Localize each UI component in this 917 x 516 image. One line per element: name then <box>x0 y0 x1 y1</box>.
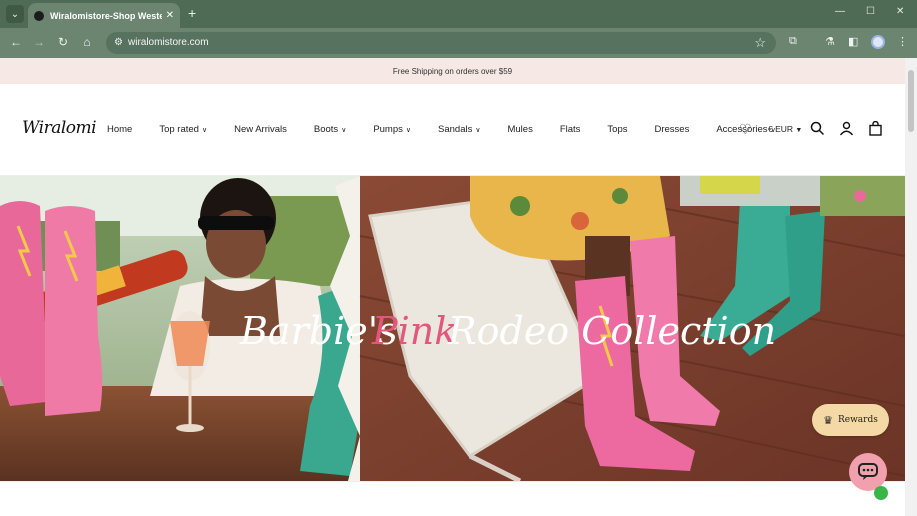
nav-item-label: Mules <box>507 124 533 135</box>
reload-button[interactable]: ↻ <box>55 35 71 49</box>
browser-titlebar: ⌄ Wiralomistore-Shop Western S ✕ + — ☐ ✕ <box>0 0 917 28</box>
main-navigation: Home Top rated ∨ New Arrivals Boots ∨ Pumps ∨ Sa… <box>107 124 803 135</box>
nav-item-label: Boots <box>313 124 339 135</box>
nav-item-label: Sandals <box>438 124 473 135</box>
browser-menu-icon[interactable]: ⋮ <box>897 35 908 48</box>
nav-item-label: New Arrivals <box>234 124 287 135</box>
nav-item-boots[interactable]: Boots ∨ <box>314 124 346 135</box>
labs-flask-icon[interactable]: ⚗ <box>825 35 835 48</box>
announcement-bar: Free Shipping on orders over $59 <box>0 58 905 84</box>
profile-avatar[interactable] <box>871 35 885 49</box>
online-status-icon <box>874 486 888 500</box>
rewards-label: Rewards <box>838 415 878 425</box>
maximize-button[interactable]: ☐ <box>866 6 875 17</box>
nav-item-dresses[interactable]: Dresses <box>655 124 690 135</box>
nav-item-tops[interactable]: Tops <box>607 124 627 135</box>
site-logo[interactable]: Wiralomi <box>22 118 97 138</box>
nav-item-label: Tops <box>607 124 628 135</box>
currency-label: € EUR <box>768 124 794 134</box>
tab-search-button[interactable]: ⌄ <box>6 5 24 23</box>
favicon-icon <box>34 10 44 21</box>
site-info-icon[interactable]: ⚙ <box>114 37 123 48</box>
hero-image: Barbie's Pink Rodeo Collection <box>0 176 905 481</box>
chevron-down-icon: ∨ <box>405 127 412 134</box>
hero-title-part2: Pink <box>371 309 457 353</box>
account-icon[interactable] <box>839 121 854 139</box>
hero-title-part3: Rodeo Collection <box>447 309 776 353</box>
nav-item-mules[interactable]: Mules <box>507 124 532 135</box>
nav-item-home[interactable]: Home <box>107 124 132 135</box>
nav-item-flats[interactable]: Flats <box>560 124 581 135</box>
nav-item-top-rated[interactable]: Top rated ∨ <box>159 124 207 135</box>
nav-item-new-arrivals[interactable]: New Arrivals <box>234 124 287 135</box>
chevron-down-icon: ∨ <box>475 127 481 134</box>
nav-item-sandals[interactable]: Sandals ∨ <box>438 124 480 135</box>
nav-item-label: Home <box>107 124 133 135</box>
nav-item-pumps[interactable]: Pumps ∨ <box>373 124 411 135</box>
window-close-button[interactable]: ✕ <box>896 6 904 17</box>
nav-item-label: Pumps <box>373 124 403 135</box>
close-tab-icon[interactable]: ✕ <box>166 10 174 21</box>
tab-title: Wiralomistore-Shop Western S <box>50 10 162 21</box>
url-text: wiralomistore.com <box>128 37 209 48</box>
site-header: Wiralomi Home Top rated ∨ New Arrivals Boots… <box>0 84 905 176</box>
crown-icon: ♛ <box>823 413 833 427</box>
new-tab-button[interactable]: + <box>188 5 196 21</box>
nav-item-label: Dresses <box>654 124 690 135</box>
cart-bag-icon[interactable] <box>868 120 883 139</box>
page-content-below-hero <box>0 481 905 516</box>
minimize-button[interactable]: — <box>835 6 845 17</box>
scrollbar-thumb[interactable] <box>908 70 914 132</box>
chevron-down-icon: ▼ <box>795 127 803 134</box>
chevron-down-icon: ∨ <box>201 127 208 134</box>
bookmark-star-icon[interactable]: ☆ <box>754 35 766 51</box>
web-page: Free Shipping on orders over $59 Wiralom… <box>0 58 905 516</box>
browser-tab[interactable]: Wiralomistore-Shop Western S ✕ <box>28 3 180 28</box>
forward-button[interactable]: → <box>31 35 47 49</box>
wishlist-heart-icon[interactable]: ♡ <box>739 121 752 138</box>
rewards-button[interactable]: ♛ Rewards <box>812 404 889 436</box>
currency-selector[interactable]: € EUR ▼ <box>768 124 802 134</box>
nav-item-label: Top rated <box>159 124 199 135</box>
nav-item-label: Flats <box>559 124 581 135</box>
hero-banner[interactable]: Barbie's Pink Rodeo Collection <box>0 176 905 481</box>
page-scrollbar[interactable] <box>905 58 917 516</box>
address-bar[interactable]: ⚙ wiralomistore.com ☆ <box>106 32 776 54</box>
side-panel-icon[interactable]: ◧ <box>848 35 858 48</box>
extensions-icon[interactable]: ⧉ <box>789 35 797 48</box>
browser-toolbar: ← → ↻ ⌂ ⚙ wiralomistore.com ☆ ⧉ ⚗ ◧ ⋮ <box>0 28 917 58</box>
chevron-down-icon: ∨ <box>341 127 347 134</box>
back-button[interactable]: ← <box>8 35 24 49</box>
search-icon[interactable] <box>810 121 825 139</box>
chat-bubble-icon <box>858 463 878 480</box>
home-button[interactable]: ⌂ <box>79 35 95 49</box>
